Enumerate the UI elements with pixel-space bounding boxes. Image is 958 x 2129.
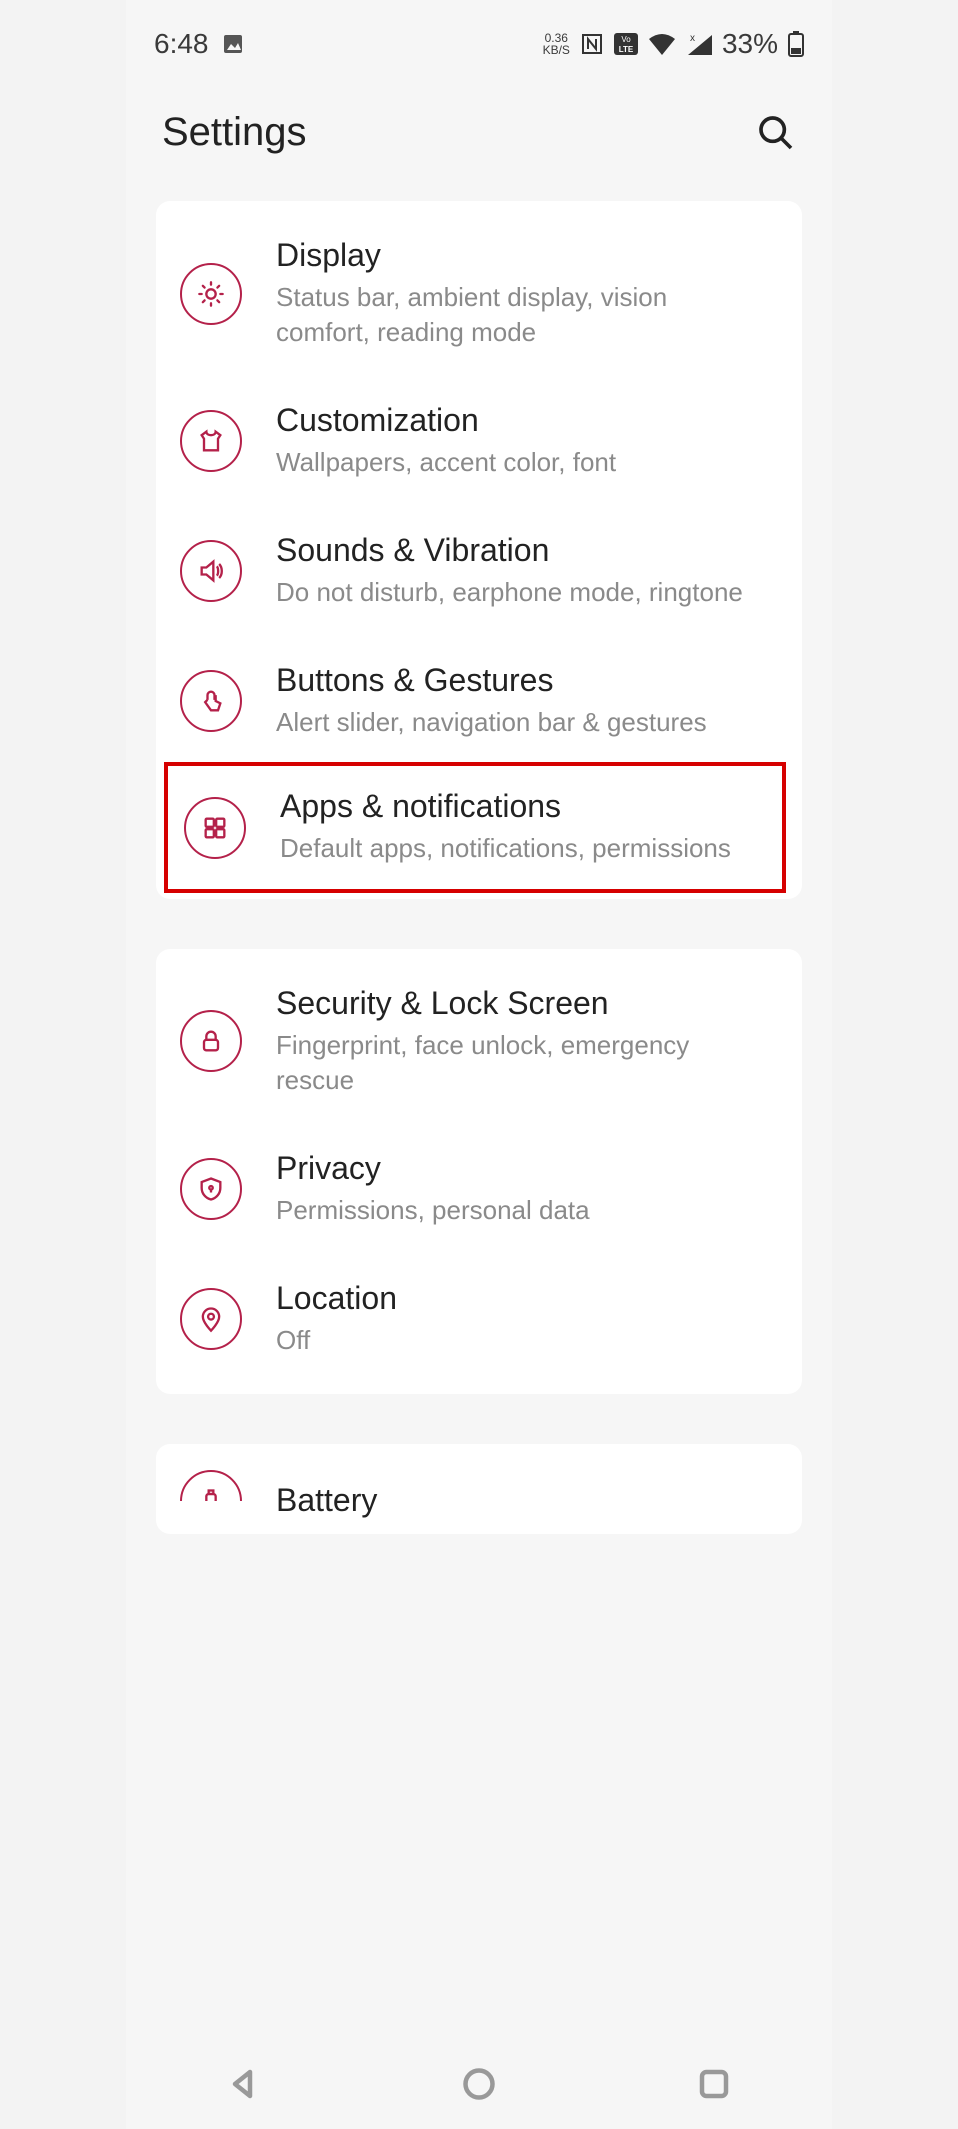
settings-item-apps[interactable]: Apps & notifications Default apps, notif… — [164, 762, 786, 892]
item-title: Display — [276, 237, 746, 274]
svg-text:x: x — [690, 33, 695, 44]
settings-card-1: Display Status bar, ambient display, vis… — [156, 201, 802, 899]
item-title: Location — [276, 1280, 397, 1317]
item-subtitle: Status bar, ambient display, vision comf… — [276, 280, 746, 350]
battery-icon — [788, 31, 804, 57]
nav-bar — [126, 2039, 832, 2129]
settings-item-battery[interactable]: Battery — [156, 1464, 802, 1534]
settings-item-privacy[interactable]: Privacy Permissions, personal data — [156, 1124, 802, 1254]
item-title: Privacy — [276, 1150, 590, 1187]
item-title: Sounds & Vibration — [276, 532, 743, 569]
page-title: Settings — [162, 110, 307, 155]
item-subtitle: Alert slider, navigation bar & gestures — [276, 705, 707, 740]
item-title: Apps & notifications — [280, 788, 731, 825]
settings-item-display[interactable]: Display Status bar, ambient display, vis… — [156, 211, 802, 376]
nfc-icon — [580, 32, 604, 56]
item-subtitle: Fingerprint, face unlock, emergency resc… — [276, 1028, 746, 1098]
item-title: Customization — [276, 402, 616, 439]
nav-home-icon[interactable] — [461, 2066, 497, 2102]
lock-icon — [180, 1010, 242, 1072]
volte-icon: VoLTE — [614, 33, 638, 55]
svg-text:LTE: LTE — [619, 45, 634, 54]
item-subtitle: Default apps, notifications, permissions — [280, 831, 731, 866]
battery-icon — [180, 1470, 242, 1532]
pin-icon — [180, 1288, 242, 1350]
wifi-icon — [648, 33, 676, 55]
brightness-icon — [180, 263, 242, 325]
nav-back-icon[interactable] — [226, 2066, 262, 2102]
svg-text:Vo: Vo — [621, 35, 631, 44]
battery-percent: 33% — [722, 28, 778, 60]
header: Settings — [126, 70, 832, 201]
item-subtitle: Permissions, personal data — [276, 1193, 590, 1228]
tap-icon — [180, 670, 242, 732]
settings-card-2: Security & Lock Screen Fingerprint, face… — [156, 949, 802, 1394]
settings-card-3: Battery — [156, 1444, 802, 1534]
nav-recent-icon[interactable] — [696, 2066, 732, 2102]
item-subtitle: Wallpapers, accent color, font — [276, 445, 616, 480]
search-icon[interactable] — [756, 113, 796, 153]
settings-screen: 6:48 0.36 KB/S VoLTE x 33% Settings Dis — [126, 0, 832, 2129]
settings-item-location[interactable]: Location Off — [156, 1254, 802, 1384]
settings-item-buttons[interactable]: Buttons & Gestures Alert slider, navigat… — [156, 636, 802, 766]
item-title: Security & Lock Screen — [276, 985, 746, 1022]
image-icon — [221, 32, 245, 56]
settings-item-security[interactable]: Security & Lock Screen Fingerprint, face… — [156, 959, 802, 1124]
apps-icon — [184, 797, 246, 859]
item-title: Battery — [276, 1482, 377, 1519]
item-subtitle: Do not disturb, earphone mode, ringtone — [276, 575, 743, 610]
sound-icon — [180, 540, 242, 602]
item-title: Buttons & Gestures — [276, 662, 707, 699]
item-subtitle: Off — [276, 1323, 397, 1358]
shirt-icon — [180, 410, 242, 472]
data-rate: 0.36 KB/S — [543, 32, 570, 56]
status-time: 6:48 — [154, 28, 209, 60]
signal-icon: x — [686, 33, 712, 55]
settings-item-customization[interactable]: Customization Wallpapers, accent color, … — [156, 376, 802, 506]
shield-icon — [180, 1158, 242, 1220]
status-bar: 6:48 0.36 KB/S VoLTE x 33% — [126, 0, 832, 70]
settings-item-sounds[interactable]: Sounds & Vibration Do not disturb, earph… — [156, 506, 802, 636]
